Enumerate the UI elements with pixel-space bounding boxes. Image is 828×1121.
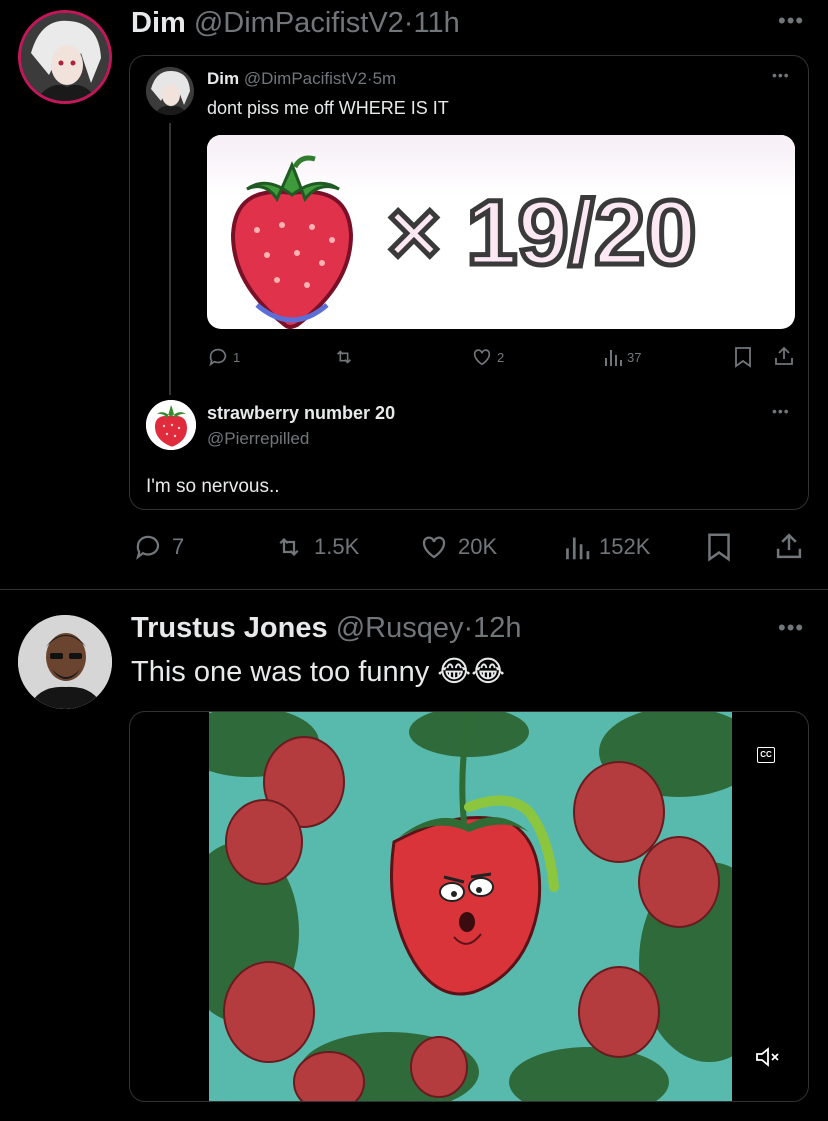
quote-share-icon[interactable]	[773, 345, 795, 367]
reply-count: 7	[172, 534, 185, 559]
quote-text: dont piss me off WHERE IS IT	[207, 98, 449, 118]
heart-icon	[422, 536, 446, 559]
reply-icon	[136, 535, 160, 560]
timestamp[interactable]: 12h	[473, 612, 521, 644]
bookmark-icon[interactable]	[706, 532, 732, 562]
captions-button[interactable]: CC	[757, 747, 775, 763]
timestamp[interactable]: 11h	[413, 7, 459, 39]
quote-reply-button[interactable]: 1	[207, 346, 240, 368]
reply-avatar[interactable]	[146, 400, 196, 450]
quote-more-options-icon[interactable]: •••	[772, 68, 790, 82]
views-icon	[566, 537, 590, 560]
reply-handle[interactable]: @Pierrepilled	[207, 429, 309, 449]
tweet-divider	[0, 589, 828, 590]
quote-header: Dim @DimPacifistV2·5m	[207, 69, 396, 89]
reply-more-options-icon[interactable]: •••	[772, 404, 790, 418]
repost-icon	[279, 537, 299, 557]
separator: ·	[463, 612, 474, 644]
display-name[interactable]: Trustus Jones	[131, 612, 328, 644]
more-options-icon[interactable]: •••	[778, 617, 804, 639]
tweet-header: Trustus Jones @Rusqey·12h	[131, 611, 522, 645]
like-count: 20K	[458, 534, 498, 559]
quote-display-name[interactable]: Dim	[207, 69, 239, 88]
quote-views-button[interactable]: 37	[603, 346, 641, 368]
avatar[interactable]	[18, 615, 112, 709]
quote-like-button[interactable]: 2	[471, 346, 504, 368]
avatar[interactable]	[18, 10, 112, 104]
image-counter-text: × 19/20	[385, 181, 700, 286]
video-player[interactable]: CC	[129, 711, 809, 1102]
quote-timestamp[interactable]: 5m	[373, 69, 397, 88]
repost-icon	[336, 350, 352, 364]
strawberry-icon	[230, 155, 354, 329]
quote-repost-button[interactable]	[333, 346, 355, 368]
reply-button[interactable]: 7	[132, 532, 184, 562]
handle[interactable]: @Rusqey	[336, 612, 464, 644]
tweet-text: This one was too funny 😂😂	[131, 656, 506, 688]
quote-image[interactable]: × 19/20	[207, 135, 795, 329]
repost-count: 1.5K	[314, 534, 360, 559]
like-button[interactable]: 20K	[418, 532, 497, 562]
mute-icon[interactable]	[754, 1046, 780, 1068]
tweet-header: Dim @DimPacifistV2·11h	[131, 6, 460, 40]
reply-text: I'm so nervous..	[146, 476, 280, 497]
quote-like-count: 2	[497, 349, 505, 365]
reply-icon	[209, 348, 227, 367]
repost-button[interactable]: 1.5K	[272, 532, 359, 562]
quote-handle[interactable]: @DimPacifistV2	[244, 69, 367, 88]
handle[interactable]: @DimPacifistV2	[194, 7, 404, 39]
heart-icon	[473, 349, 491, 366]
more-options-icon[interactable]: •••	[778, 10, 804, 32]
quote-bookmark-icon[interactable]	[734, 346, 752, 368]
quote-avatar[interactable]	[146, 67, 194, 115]
quote-thread-line	[169, 123, 171, 395]
share-icon[interactable]	[774, 531, 804, 561]
display-name[interactable]: Dim	[131, 7, 186, 39]
reply-display-name[interactable]: strawberry number 20	[207, 403, 395, 424]
video-frame-strawberry-scene	[209, 712, 732, 1101]
views-icon	[605, 350, 622, 366]
views-count: 152K	[599, 534, 651, 559]
quote-views-count: 37	[627, 349, 642, 365]
quote-reply-count: 1	[233, 349, 241, 365]
views-button[interactable]: 152K	[563, 532, 650, 562]
